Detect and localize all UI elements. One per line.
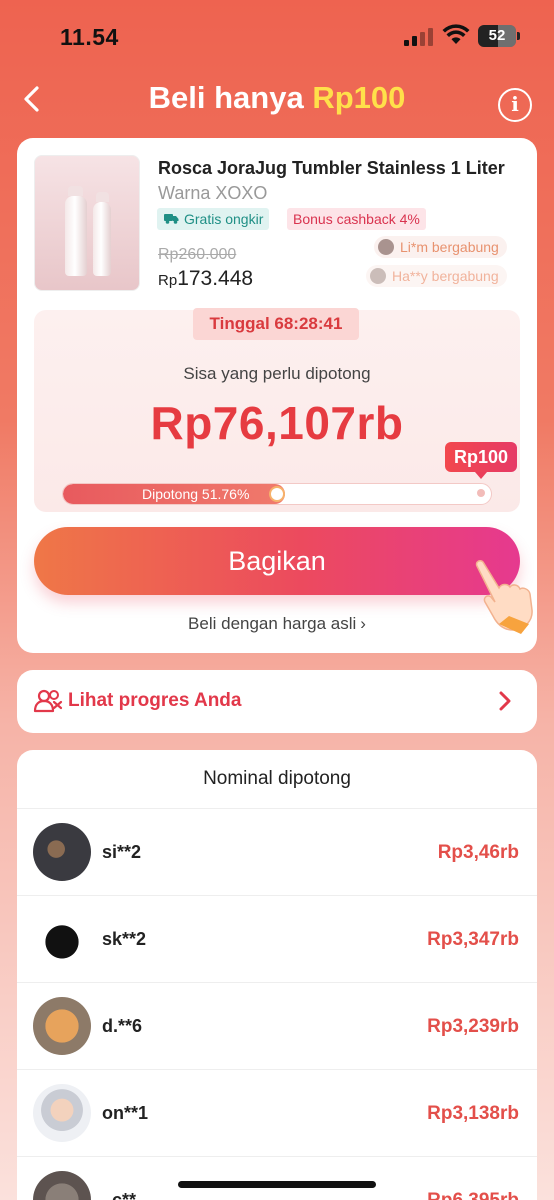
- progress-end-dot: [477, 489, 485, 497]
- contributor-amount: Rp3,347rb: [427, 929, 519, 950]
- product-card: Rosca JoraJug Tumbler Stainless 1 Liter …: [17, 138, 537, 653]
- price-currency: Rp: [158, 272, 178, 289]
- cut-progress-bar: [62, 483, 492, 505]
- avatar: [370, 268, 386, 284]
- price-value: 173.448: [177, 267, 254, 290]
- free-shipping-badge: Gratis ongkir: [157, 208, 270, 230]
- info-icon[interactable]: i: [498, 88, 532, 122]
- page-title-highlight: Rp100: [312, 80, 406, 115]
- joiner-text: Ha**y bergabung: [392, 268, 499, 284]
- buy-original-label: Beli dengan harga asli: [188, 614, 357, 633]
- contributor-name: _c**: [102, 1190, 137, 1200]
- cut-contributors-list: Nominal dipotong si**2 Rp3,46rb sk**2 Rp…: [17, 750, 537, 1200]
- remaining-label: Sisa yang perlu dipotong: [183, 364, 371, 383]
- contributor-name: si**2: [102, 842, 142, 862]
- contributor-name: sk**2: [102, 929, 147, 949]
- list-item[interactable]: on**1 Rp3,138rb: [17, 1069, 537, 1156]
- status-bar: 11.54 52: [0, 0, 554, 70]
- current-price: Rp173.448: [158, 267, 253, 291]
- battery-icon: 52: [478, 25, 520, 47]
- avatar: [33, 997, 91, 1055]
- wifi-icon: [442, 24, 470, 44]
- product-variant: Warna XOXO: [158, 183, 268, 203]
- avatar: [33, 1171, 91, 1200]
- list-title: Nominal dipotong: [203, 768, 351, 789]
- chevron-right-icon: ›: [360, 614, 366, 633]
- free-shipping-label: Gratis ongkir: [184, 211, 264, 227]
- signal-icon: [404, 28, 434, 46]
- product-image[interactable]: [34, 155, 140, 291]
- share-button[interactable]: Bagikan: [34, 527, 520, 595]
- list-item[interactable]: _c** Rp6,395rb: [17, 1156, 537, 1200]
- buy-original-price-link[interactable]: Beli dengan harga asli ›: [17, 614, 537, 634]
- cut-progress-knob: [270, 488, 283, 500]
- page-title-prefix: Beli hanya: [148, 80, 313, 115]
- list-item[interactable]: sk**2 Rp3,347rb: [17, 895, 537, 982]
- list-item[interactable]: si**2 Rp3,46rb: [17, 808, 537, 895]
- countdown-timer: Tinggal 68:28:41: [193, 308, 359, 340]
- contributor-amount: Rp3,239rb: [427, 1016, 519, 1037]
- cashback-badge: Bonus cashback 4%: [287, 208, 426, 230]
- product-name[interactable]: Rosca JoraJug Tumbler Stainless 1 Liter: [158, 158, 522, 179]
- view-progress-label: Lihat progres Anda: [68, 690, 242, 711]
- contributor-amount: Rp3,138rb: [427, 1103, 519, 1124]
- contributor-name: d.**6: [102, 1016, 143, 1036]
- original-price: Rp260.000: [158, 246, 237, 263]
- status-time: 11.54: [60, 24, 119, 50]
- view-progress-link[interactable]: Lihat progres Anda: [17, 670, 537, 733]
- people-icon: [33, 689, 63, 713]
- contributor-amount: Rp3,46rb: [437, 842, 519, 863]
- page-title: Beli hanya Rp100: [0, 80, 554, 116]
- joiner-toast: Ha**y bergabung: [366, 265, 507, 287]
- cut-progress-label: Dipotong 51.76%: [142, 486, 250, 502]
- joiner-toast: Li*m bergabung: [374, 236, 507, 258]
- avatar: [33, 823, 91, 881]
- list-item[interactable]: d.**6 Rp3,239rb: [17, 982, 537, 1069]
- contributor-name: on**1: [102, 1103, 149, 1123]
- joiner-text: Li*m bergabung: [400, 239, 499, 255]
- avatar: [378, 239, 394, 255]
- battery-level: 52: [488, 27, 506, 44]
- avatar: [33, 1084, 91, 1142]
- home-indicator[interactable]: [178, 1181, 376, 1188]
- chevron-right-icon: [499, 691, 511, 711]
- target-price-badge: Rp100: [445, 442, 517, 479]
- contributor-amount: Rp6,395rb: [427, 1190, 519, 1200]
- truck-icon: [164, 214, 179, 224]
- avatar: [33, 910, 91, 968]
